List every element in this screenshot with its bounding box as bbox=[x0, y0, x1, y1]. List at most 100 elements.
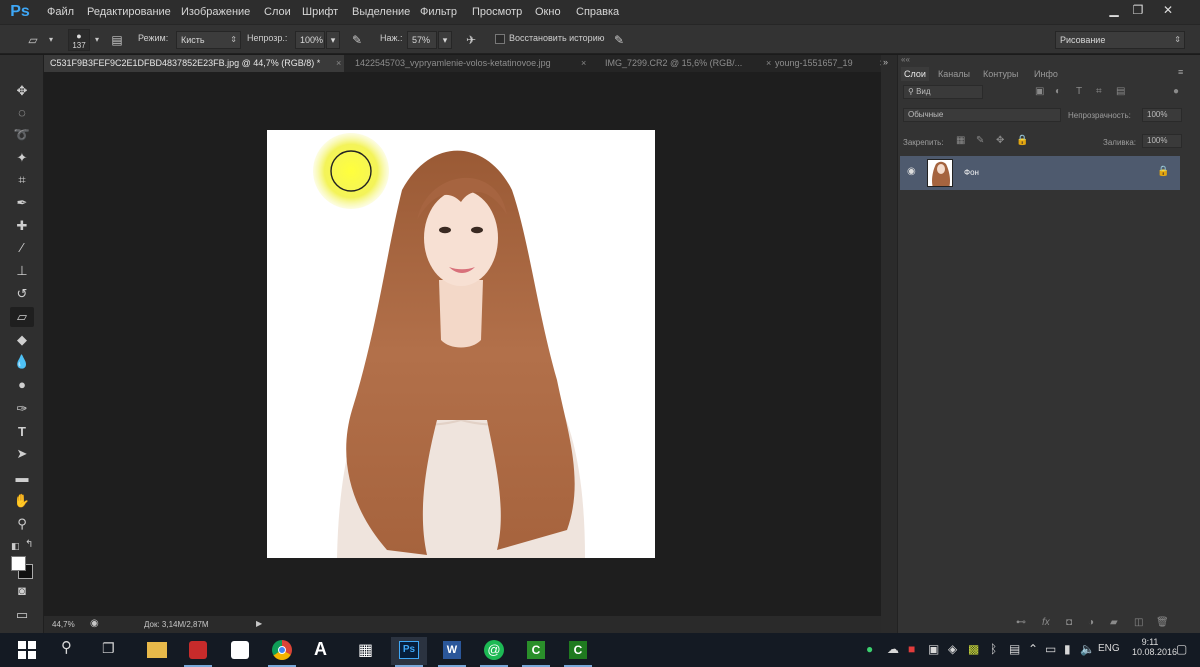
bluetooth-icon[interactable]: ᛒ bbox=[990, 641, 997, 657]
photoshop-app[interactable]: Ps bbox=[391, 637, 427, 667]
fx-icon[interactable]: fx bbox=[1042, 617, 1050, 628]
tray-red-icon[interactable]: ■ bbox=[908, 641, 915, 657]
tab-document-2[interactable]: 1422545703_vypryamlenie-volos-ketatinovo… bbox=[349, 55, 589, 72]
word-app[interactable]: W bbox=[434, 637, 470, 667]
new-group-icon[interactable]: ▰ bbox=[1110, 617, 1118, 628]
swap-colors-icon[interactable]: ↰ bbox=[25, 539, 33, 550]
close-icon[interactable]: × bbox=[336, 55, 341, 72]
menu-image[interactable]: Изображение bbox=[181, 0, 250, 24]
pressure-size-icon[interactable]: ✎ bbox=[610, 31, 628, 49]
screen-mode-icon[interactable]: ▭ bbox=[10, 605, 34, 625]
app-font[interactable]: A bbox=[306, 637, 342, 665]
crop-tool-icon[interactable]: ⌗ bbox=[10, 170, 34, 190]
battery-icon[interactable]: ▮ bbox=[1064, 641, 1071, 657]
mail-app[interactable]: @ bbox=[476, 637, 512, 667]
minimize-button[interactable]: ▁ bbox=[1103, 2, 1125, 18]
eraser-tool-icon[interactable]: ▱ bbox=[10, 307, 34, 327]
lock-position-icon[interactable]: ✥ bbox=[996, 135, 1004, 146]
tray-app-icon[interactable]: ▣ bbox=[928, 641, 939, 657]
filter-adjustment-icon[interactable]: ◐ bbox=[1055, 86, 1061, 97]
chevron-down-icon[interactable]: ▾ bbox=[88, 31, 106, 49]
type-tool-icon[interactable]: T bbox=[10, 422, 34, 442]
pressure-opacity-icon[interactable]: ✎ bbox=[348, 31, 366, 49]
blend-mode-select[interactable]: Обычные bbox=[903, 108, 1061, 122]
airbrush-icon[interactable]: ✈ bbox=[462, 31, 480, 49]
quick-mask-icon[interactable]: ◙ bbox=[10, 581, 34, 601]
clone-stamp-tool-icon[interactable]: ⊥ bbox=[10, 261, 34, 281]
lock-transparent-icon[interactable]: ▦ bbox=[956, 135, 965, 146]
lock-image-icon[interactable]: ✎ bbox=[976, 135, 984, 146]
filter-smart-object-icon[interactable]: ▤ bbox=[1116, 86, 1125, 97]
status-menu-arrow-icon[interactable]: ▶ bbox=[256, 619, 262, 628]
chrome-app[interactable] bbox=[264, 637, 300, 667]
marquee-tool-icon[interactable]: ◌ bbox=[10, 103, 34, 123]
clock[interactable]: 9:11 10.08.2016 bbox=[1132, 637, 1177, 657]
opacity-dropdown-button[interactable]: ▾ bbox=[326, 31, 340, 49]
layer-opacity-input[interactable]: 100% bbox=[1142, 108, 1182, 122]
rectangle-tool-icon[interactable]: ▬ bbox=[10, 468, 34, 488]
tab-layers[interactable]: Слои bbox=[901, 67, 929, 81]
filter-type-icon[interactable]: T bbox=[1076, 86, 1082, 97]
chevron-down-icon[interactable]: ▾ bbox=[42, 31, 60, 49]
magic-wand-tool-icon[interactable]: ✦ bbox=[10, 148, 34, 168]
menu-type[interactable]: Шрифт bbox=[302, 0, 338, 24]
close-button[interactable]: ✕ bbox=[1157, 2, 1179, 18]
dodge-tool-icon[interactable]: ● bbox=[10, 375, 34, 395]
brush-panel-icon[interactable]: ▤ bbox=[108, 31, 126, 49]
link-layers-icon[interactable]: ⊷ bbox=[1016, 617, 1026, 628]
visibility-eye-icon[interactable]: ◉ bbox=[907, 166, 916, 177]
task-view-icon[interactable]: ❐ bbox=[102, 640, 115, 656]
menu-select[interactable]: Выделение bbox=[352, 0, 410, 24]
lasso-tool-icon[interactable]: ➰ bbox=[10, 125, 34, 145]
tab-paths[interactable]: Контуры bbox=[983, 67, 1018, 81]
tab-document-4[interactable]: young-1551657_19 bbox=[769, 55, 869, 72]
tray-green-icon[interactable]: ● bbox=[866, 641, 873, 657]
move-tool-icon[interactable]: ✥ bbox=[10, 81, 34, 101]
volume-icon[interactable]: 🔈 bbox=[1080, 641, 1095, 657]
layer-row-background[interactable]: ◉ Фон 🔒 bbox=[900, 156, 1180, 190]
flow-dropdown-button[interactable]: ▾ bbox=[438, 31, 452, 49]
camtasia-app-2[interactable]: C bbox=[560, 637, 596, 667]
path-selection-tool-icon[interactable]: ➤ bbox=[10, 444, 34, 464]
notifications-icon[interactable]: ▢ bbox=[1176, 641, 1187, 657]
close-icon[interactable]: × bbox=[581, 55, 586, 72]
lock-all-icon[interactable]: 🔒 bbox=[1016, 135, 1028, 146]
flow-input[interactable]: 57% bbox=[407, 31, 437, 49]
tab-info[interactable]: Инфо bbox=[1034, 67, 1058, 81]
calculator-app[interactable]: ▦ bbox=[348, 637, 384, 665]
file-explorer-app[interactable] bbox=[139, 637, 175, 665]
restore-button[interactable]: ❐ bbox=[1127, 2, 1149, 18]
menu-help[interactable]: Справка bbox=[576, 0, 619, 24]
zoom-tool-icon[interactable]: ⚲ bbox=[10, 514, 34, 534]
foreground-color-swatch[interactable] bbox=[11, 556, 26, 571]
zoom-level[interactable]: 44,7% bbox=[52, 620, 75, 629]
tray-app2-icon[interactable]: ◈ bbox=[948, 641, 957, 657]
tab-document-1[interactable]: C531F9B3FEF9C2E1DFBD4837852E23FB.jpg @ 4… bbox=[44, 55, 344, 72]
app-store[interactable] bbox=[222, 637, 258, 665]
panel-menu-icon[interactable]: ≡ bbox=[1178, 67, 1183, 77]
adjustment-layer-icon[interactable]: ◑ bbox=[1088, 617, 1094, 628]
tab-document-3[interactable]: IMG_7299.CR2 @ 15,6% (RGB/... × bbox=[599, 55, 774, 72]
paint-bucket-tool-icon[interactable]: ◆ bbox=[10, 330, 34, 350]
menu-view[interactable]: Просмотр bbox=[472, 0, 522, 24]
app-red-icon[interactable] bbox=[180, 637, 216, 667]
tab-channels[interactable]: Каналы bbox=[938, 67, 970, 81]
brush-size-picker[interactable]: ● 137 bbox=[68, 29, 90, 51]
filter-shape-icon[interactable]: ⌗ bbox=[1096, 86, 1102, 97]
history-brush-tool-icon[interactable]: ↺ bbox=[10, 284, 34, 304]
blur-tool-icon[interactable]: 💧 bbox=[10, 352, 34, 372]
fill-input[interactable]: 100% bbox=[1142, 134, 1182, 148]
collapse-icon[interactable]: «« bbox=[901, 55, 910, 64]
windows-start-button[interactable] bbox=[18, 641, 36, 659]
mode-select[interactable]: Кисть ⇕ bbox=[176, 31, 241, 49]
document-canvas[interactable] bbox=[267, 130, 655, 558]
trash-icon[interactable]: 🗑 bbox=[1156, 617, 1169, 628]
new-layer-icon[interactable]: ◫ bbox=[1134, 617, 1143, 628]
menu-window[interactable]: Окно bbox=[535, 0, 561, 24]
search-icon[interactable]: ⚲ bbox=[61, 640, 72, 656]
hand-tool-icon[interactable]: ✋ bbox=[10, 491, 34, 511]
canvas-area[interactable] bbox=[44, 72, 894, 616]
brush-tool-icon[interactable]: ⁄ bbox=[10, 238, 34, 258]
healing-brush-tool-icon[interactable]: ✚ bbox=[10, 216, 34, 236]
menu-edit[interactable]: Редактирование bbox=[87, 0, 171, 24]
